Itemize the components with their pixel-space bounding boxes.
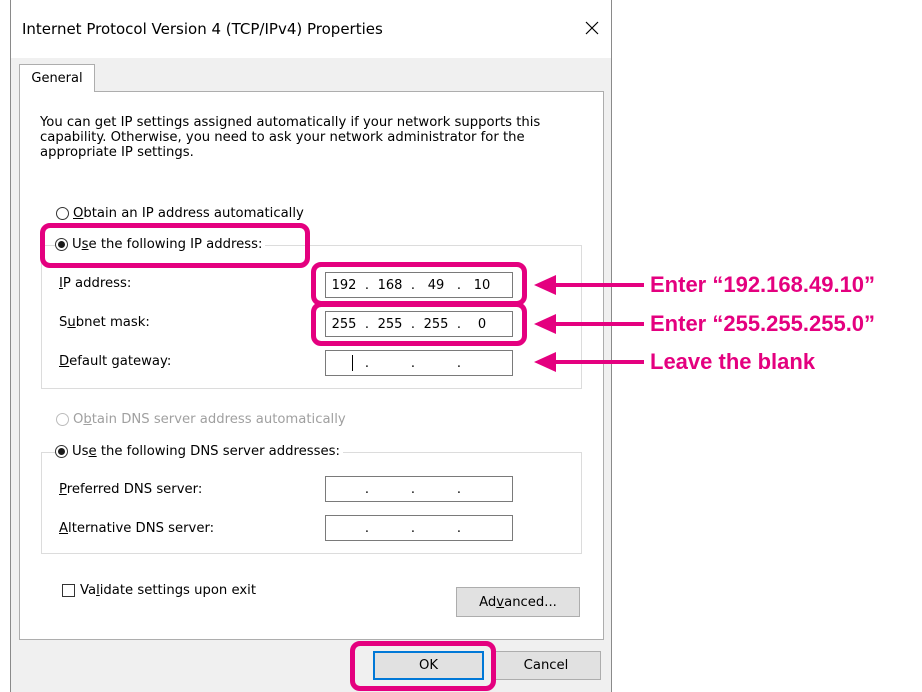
octet-separator: . xyxy=(364,481,370,497)
obtain-dns-auto-label: Obtain DNS server address automatically xyxy=(73,412,346,427)
preferred-dns-field[interactable]: . . . xyxy=(325,476,513,502)
alternative-dns-field[interactable]: . . . xyxy=(325,515,513,541)
annotation-gateway-note: Leave the blank xyxy=(650,349,816,374)
subnet-octet-4: 0 xyxy=(477,316,487,332)
ok-button[interactable]: OK xyxy=(373,651,484,680)
ip-address-field[interactable]: 192. 168. 49. 10 xyxy=(325,272,513,298)
close-button[interactable] xyxy=(574,10,610,46)
octet-separator: . xyxy=(364,277,370,293)
arrow-left-icon xyxy=(534,314,644,334)
obtain-dns-auto-option: Obtain DNS server address automatically xyxy=(56,412,349,427)
subnet-octet-1: 255 xyxy=(331,316,357,332)
validate-settings-option[interactable]: Validate settings upon exit xyxy=(62,583,259,598)
use-following-ip-option[interactable]: Use the following IP address: xyxy=(55,237,266,252)
octet-separator: . xyxy=(456,277,462,293)
advanced-button[interactable]: Ad v anced... xyxy=(456,587,580,617)
octet-separator: . xyxy=(364,520,370,536)
text-caret xyxy=(352,355,353,371)
annotation-subnet-note: Enter “255.255.255.0” xyxy=(650,311,876,336)
ip-address-label: IP address: xyxy=(59,276,132,291)
octet-separator: . xyxy=(456,355,462,371)
subnet-octet-2: 255 xyxy=(377,316,403,332)
octet-separator: . xyxy=(410,481,416,497)
validate-settings-label: Validate settings upon exit xyxy=(80,583,256,598)
octet-separator: . xyxy=(364,316,370,332)
intro-text: You can get IP settings assigned automat… xyxy=(40,115,541,160)
obtain-dns-auto-radio xyxy=(56,413,69,426)
tab-general[interactable]: General xyxy=(19,64,95,92)
ip-octet-2: 168 xyxy=(377,277,403,293)
octet-separator: . xyxy=(410,355,416,371)
use-following-dns-radio[interactable] xyxy=(55,445,68,458)
octet-separator: . xyxy=(410,277,416,293)
obtain-ip-auto-option[interactable]: Obtain an IP address automatically xyxy=(56,206,307,221)
validate-settings-checkbox[interactable] xyxy=(62,584,75,597)
use-following-dns-label: Use the following DNS server addresses: xyxy=(72,444,340,459)
preferred-dns-label: Preferred DNS server: xyxy=(59,482,203,497)
octet-separator: . xyxy=(364,355,370,371)
subnet-mask-field[interactable]: 255. 255. 255. 0 xyxy=(325,311,513,337)
subnet-mask-label: Subnet mask: xyxy=(59,315,150,330)
octet-separator: . xyxy=(456,520,462,536)
use-following-ip-label: Use the following IP address: xyxy=(72,237,263,252)
alternative-dns-label: Alternative DNS server: xyxy=(59,521,215,536)
octet-separator: . xyxy=(456,316,462,332)
ip-octet-3: 49 xyxy=(427,277,445,293)
use-following-ip-radio[interactable] xyxy=(55,238,68,251)
dialog-title: Internet Protocol Version 4 (TCP/IPv4) P… xyxy=(22,20,383,38)
default-gateway-field[interactable]: . . . xyxy=(325,350,513,376)
octet-separator: . xyxy=(410,520,416,536)
arrow-left-icon xyxy=(534,352,644,372)
subnet-octet-3: 255 xyxy=(423,316,449,332)
close-icon xyxy=(585,21,599,35)
octet-separator: . xyxy=(456,481,462,497)
use-following-dns-option[interactable]: Use the following DNS server addresses: xyxy=(55,444,343,459)
default-gateway-label: Default gateway: xyxy=(59,354,172,369)
ip-octet-1: 192 xyxy=(331,277,357,293)
arrow-left-icon xyxy=(534,275,644,295)
annotation-ip-note: Enter “192.168.49.10” xyxy=(650,272,876,297)
octet-separator: . xyxy=(410,316,416,332)
obtain-ip-auto-label: Obtain an IP address automatically xyxy=(73,206,304,221)
ip-octet-4: 10 xyxy=(473,277,491,293)
obtain-ip-auto-radio[interactable] xyxy=(56,207,69,220)
cancel-button[interactable]: Cancel xyxy=(491,651,601,680)
